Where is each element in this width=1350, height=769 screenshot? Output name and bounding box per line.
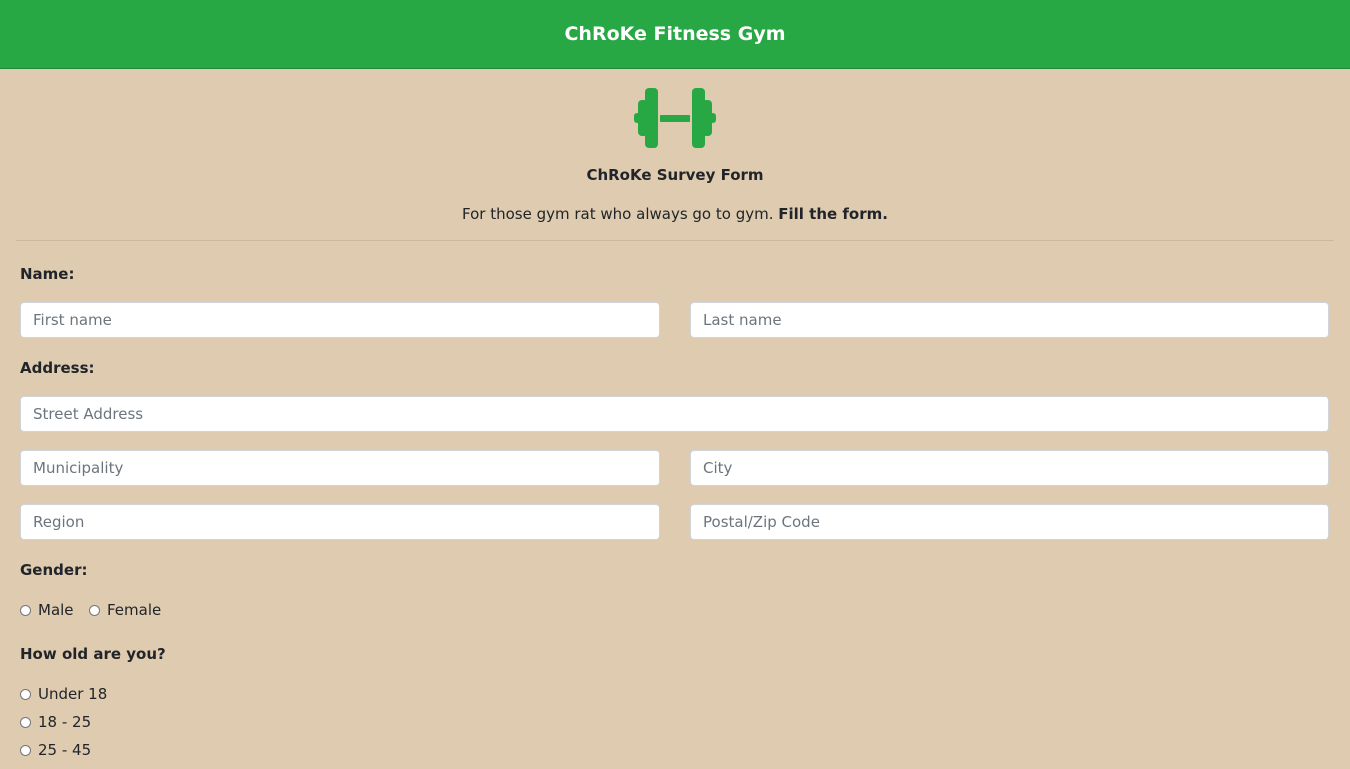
age-option-under-18[interactable]: Under 18 xyxy=(20,685,107,703)
gender-label: Gender: xyxy=(20,561,88,579)
first-name-input[interactable] xyxy=(20,302,660,338)
divider xyxy=(16,240,1334,241)
survey-form-title: ChRoKe Survey Form xyxy=(586,166,764,184)
city-input[interactable] xyxy=(690,450,1329,486)
tagline-bold: Fill the form. xyxy=(778,205,888,223)
postal-code-input[interactable] xyxy=(690,504,1329,540)
age-option-18-25[interactable]: 18 - 25 xyxy=(20,713,91,731)
last-name-input[interactable] xyxy=(690,302,1329,338)
tagline-text: For those gym rat who always go to gym. xyxy=(462,205,774,223)
street-address-input[interactable] xyxy=(20,396,1329,432)
age-label: How old are you? xyxy=(20,645,166,663)
tagline: For those gym rat who always go to gym. … xyxy=(0,205,1350,223)
under-18-radio[interactable] xyxy=(20,688,31,700)
site-title: ChRoKe Fitness Gym xyxy=(564,23,786,45)
gender-option-female[interactable]: Female xyxy=(89,601,161,619)
top-header-bar: ChRoKe Fitness Gym xyxy=(0,0,1350,69)
gender-option-male[interactable]: Male xyxy=(20,601,74,619)
25-45-label: 25 - 45 xyxy=(38,741,92,759)
18-25-radio[interactable] xyxy=(20,716,31,728)
male-label: Male xyxy=(38,601,74,619)
name-label: Name: xyxy=(20,265,75,283)
male-radio[interactable] xyxy=(20,604,31,616)
25-45-radio[interactable] xyxy=(20,744,31,756)
region-input[interactable] xyxy=(20,504,660,540)
dumbbell-icon xyxy=(634,88,716,148)
address-label: Address: xyxy=(20,359,95,377)
hero-section: ChRoKe Survey Form For those gym rat who… xyxy=(0,88,1350,241)
18-25-label: 18 - 25 xyxy=(38,713,92,731)
female-radio[interactable] xyxy=(89,604,100,616)
female-label: Female xyxy=(107,601,162,619)
under-18-label: Under 18 xyxy=(38,685,108,703)
age-option-25-45[interactable]: 25 - 45 xyxy=(20,741,91,759)
municipality-input[interactable] xyxy=(20,450,660,486)
